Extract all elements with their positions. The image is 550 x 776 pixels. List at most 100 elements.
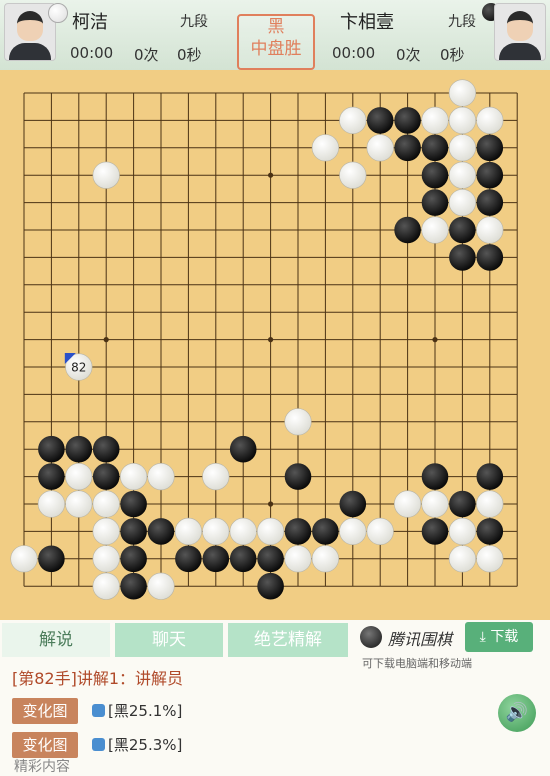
black-stone (120, 518, 147, 545)
game-result-stamp: 黑 中盘胜 (237, 14, 315, 70)
black-stone (38, 435, 65, 463)
black-stone (257, 572, 284, 600)
black-stone (202, 545, 230, 573)
black-stone (284, 463, 312, 490)
white-stone (339, 517, 367, 546)
black-player-time: 00:00 (332, 44, 376, 62)
white-stone (284, 408, 312, 436)
winrate-icon (92, 738, 105, 751)
white-stone (65, 463, 93, 491)
white-stone (92, 572, 120, 600)
white-stone (147, 463, 175, 491)
black-player-rank: 九段 (448, 14, 476, 30)
black-stone (421, 463, 449, 490)
white-seconds: 0秒 (177, 46, 202, 64)
white-stone (311, 134, 340, 162)
tab-commentary[interactable]: 解说 (2, 623, 110, 657)
game-header: 柯洁 九段 00:00 0次 0秒 黑 中盘胜 卞相壹 九段 00:00 0次 … (0, 0, 550, 71)
white-stone (37, 490, 66, 518)
white-stone (202, 517, 230, 546)
star-point (103, 337, 109, 343)
black-stone (38, 545, 65, 573)
white-stone (92, 517, 120, 546)
star-point (268, 337, 274, 343)
black-stone (476, 463, 504, 490)
commentary-heading: [第82手]讲解1：讲解员 (12, 669, 184, 688)
white-stone (448, 189, 477, 217)
white-byoyomi-count: 0次 (134, 46, 159, 64)
black-stone (339, 490, 367, 518)
white-stone (311, 545, 340, 573)
white-stone (339, 106, 367, 135)
tab-ai-analysis[interactable]: 绝艺精解 (228, 623, 348, 657)
white-stone (448, 79, 477, 107)
result-winner: 黑 (267, 17, 285, 37)
download-button[interactable]: ⤓ 下载 (465, 622, 533, 652)
brand-name: 腾讯围棋 (388, 630, 453, 649)
black-stone (476, 134, 504, 162)
black-stone (120, 545, 147, 573)
white-stone (174, 517, 202, 546)
white-stone (92, 490, 120, 518)
black-stone (147, 518, 175, 545)
white-player-name: 柯洁 (72, 12, 108, 33)
star-point (268, 172, 274, 178)
white-stone (421, 490, 449, 518)
white-stone (92, 161, 120, 189)
black-stone (38, 463, 65, 490)
white-stone (476, 545, 504, 573)
white-stone (421, 106, 449, 135)
white-stone (339, 161, 367, 189)
white-player-time: 00:00 (70, 44, 114, 62)
black-player-name: 卞相壹 (340, 12, 394, 33)
black-stone (421, 189, 449, 216)
black-stone (421, 134, 449, 162)
variation-button[interactable]: 变化图 (12, 698, 78, 724)
white-stone (229, 517, 257, 546)
black-byoyomi-count: 0次 (396, 46, 421, 64)
download-arrow-icon: ⤓ (479, 629, 491, 645)
black-stone (312, 518, 339, 545)
white-stone (394, 490, 422, 518)
black-stone (175, 545, 202, 573)
black-stone (476, 244, 504, 271)
white-stone (202, 463, 230, 491)
winrate-icon (92, 704, 105, 717)
white-stone (448, 161, 477, 189)
white-stone (448, 545, 477, 573)
white-stone (284, 545, 312, 573)
black-stone (65, 435, 93, 463)
black-player-avatar[interactable] (494, 3, 546, 61)
black-stone (229, 435, 257, 463)
white-stone (476, 106, 504, 135)
go-board[interactable]: 82 (0, 70, 550, 620)
black-stone (421, 161, 449, 189)
black-stone (449, 216, 476, 244)
white-stone (257, 517, 285, 546)
variation-winrate: [黑25.3%] (108, 736, 183, 754)
white-stone (147, 572, 175, 600)
black-stone (394, 216, 421, 244)
white-stone (476, 216, 504, 244)
black-stone (92, 463, 120, 490)
tab-chat[interactable]: 聊天 (115, 623, 223, 657)
black-stone (476, 161, 504, 189)
white-stone (65, 490, 93, 518)
white-stone (421, 216, 449, 244)
white-stone (92, 545, 120, 573)
white-stone (448, 517, 477, 546)
white-stone-icon (48, 3, 68, 23)
speaker-icon[interactable]: 🔊 (498, 694, 536, 732)
star-point (432, 337, 438, 343)
black-stone (229, 545, 257, 573)
white-stone (448, 134, 477, 162)
black-stone (476, 189, 504, 216)
move-number-label: 82 (71, 361, 86, 375)
result-type: 中盘胜 (250, 39, 302, 59)
brand-subtitle: 可下载电脑端和移动端 (362, 657, 472, 670)
more-commentary-text: 精彩内容 (14, 759, 70, 775)
variation-winrate: [黑25.1%] (108, 702, 183, 720)
black-seconds: 0秒 (440, 46, 465, 64)
black-stone (449, 244, 476, 271)
variation-button[interactable]: 变化图 (12, 732, 78, 758)
